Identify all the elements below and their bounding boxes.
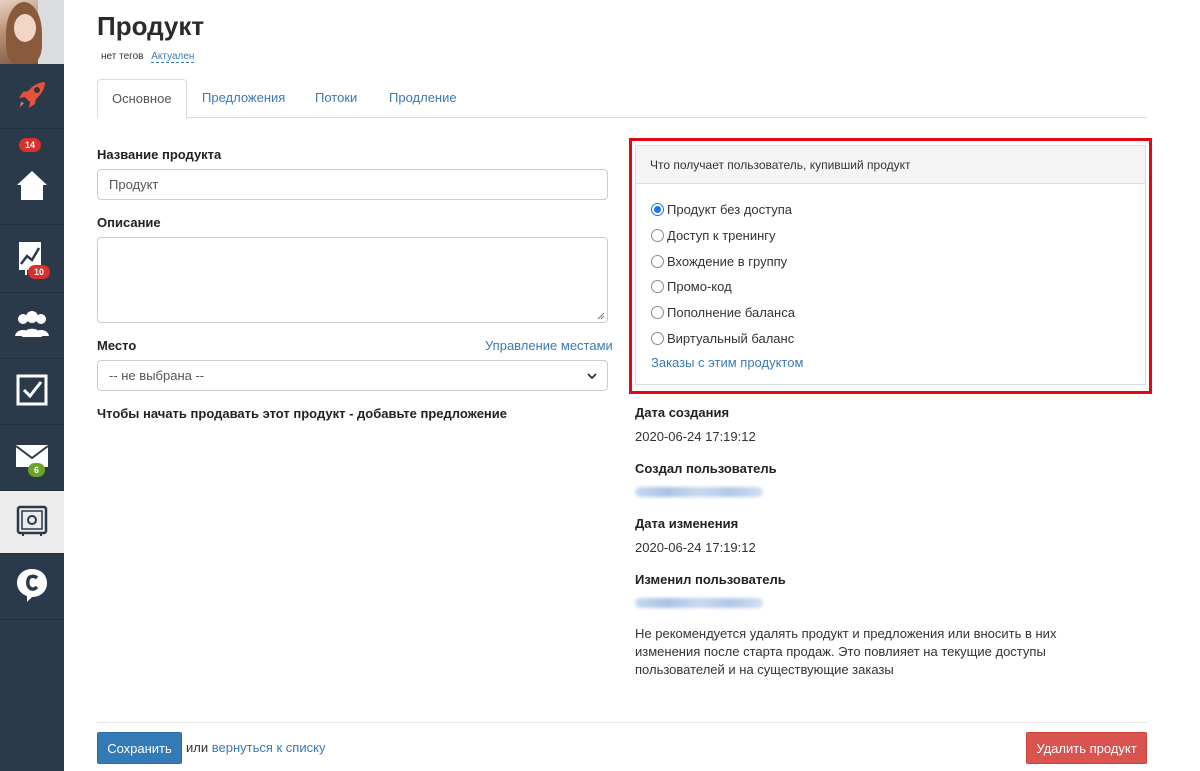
sidebar-item-stats[interactable]: 10: [0, 225, 64, 293]
option-group-entry[interactable]: Вхождение в группу: [651, 254, 787, 269]
product-name-input[interactable]: Продукт: [97, 169, 608, 200]
save-button[interactable]: Сохранить: [97, 732, 182, 764]
modified-date-label: Дата изменения: [635, 516, 739, 531]
access-panel: Что получает пользователь, купивший прод…: [635, 145, 1146, 385]
users-icon: [14, 309, 50, 342]
radio-button[interactable]: [651, 255, 664, 268]
sidebar-item-chat[interactable]: [0, 554, 64, 620]
modified-by-label: Изменил пользователь: [635, 572, 786, 587]
sell-hint: Чтобы начать продавать этот продукт - до…: [97, 406, 507, 421]
or-text: или: [186, 740, 209, 755]
footer-divider: [97, 722, 1147, 723]
sidebar: 14 10 6: [0, 0, 64, 771]
avatar[interactable]: [0, 0, 64, 64]
radio-button[interactable]: [651, 306, 664, 319]
sidebar-item-home[interactable]: 14: [0, 129, 64, 225]
sidebar-item-mail[interactable]: 6: [0, 425, 64, 491]
option-label: Виртуальный баланс: [667, 331, 795, 346]
mail-badge: 6: [28, 463, 46, 477]
created-date-label: Дата создания: [635, 405, 730, 420]
sidebar-item-tasks[interactable]: [0, 359, 64, 425]
radio-button[interactable]: [651, 332, 664, 345]
chevron-down-icon: [587, 373, 597, 380]
product-name-value: Продукт: [109, 177, 159, 192]
sidebar-item-rocket[interactable]: [0, 64, 64, 129]
radio-button[interactable]: [651, 203, 664, 216]
option-promo-code[interactable]: Промо-код: [651, 279, 732, 294]
option-label: Пополнение баланса: [667, 305, 795, 320]
tab-bar: Основное Предложения Потоки Продление: [97, 79, 1147, 119]
chat-logo-icon: [15, 567, 49, 606]
modified-by-user-redacted[interactable]: [635, 598, 763, 608]
option-label: Доступ к тренингу: [667, 228, 776, 243]
sidebar-item-users[interactable]: [0, 293, 64, 359]
option-label: Продукт без доступа: [667, 202, 793, 217]
option-balance-topup[interactable]: Пополнение баланса: [651, 305, 795, 320]
resize-grip-icon[interactable]: [597, 312, 605, 320]
rocket-icon: [13, 76, 51, 117]
option-label: Вхождение в группу: [667, 254, 788, 269]
access-panel-heading: Что получает пользователь, купивший прод…: [636, 146, 1145, 184]
warning-note: Не рекомендуется удалять продукт и предл…: [635, 626, 1057, 677]
manage-places-link[interactable]: Управление местами: [485, 338, 613, 353]
tags-line: нет тегов Актуален: [101, 51, 195, 63]
option-no-access[interactable]: Продукт без доступа: [651, 202, 792, 217]
place-label: Место: [97, 338, 137, 353]
description-textarea[interactable]: [97, 237, 608, 323]
home-badge: 14: [19, 138, 42, 152]
radio-button[interactable]: [651, 280, 664, 293]
footer-back: или вернуться к списку: [186, 740, 325, 755]
tab-renewal[interactable]: Продление: [375, 79, 471, 118]
option-training-access[interactable]: Доступ к тренингу: [651, 228, 776, 243]
delete-product-button[interactable]: Удалить продукт: [1026, 732, 1147, 764]
sidebar-item-products[interactable]: [0, 491, 64, 554]
created-date-value: 2020-06-24 17:19:12: [635, 429, 756, 444]
status-link[interactable]: Актуален: [151, 51, 195, 63]
created-by-label: Создал пользователь: [635, 461, 777, 476]
option-virtual-balance[interactable]: Виртуальный баланс: [651, 331, 794, 346]
description-label: Описание: [97, 215, 161, 230]
modified-date-value: 2020-06-24 17:19:12: [635, 540, 756, 555]
back-to-list-link[interactable]: вернуться к списку: [212, 740, 326, 755]
checkbox-icon: [15, 373, 49, 410]
stats-badge: 10: [28, 265, 51, 279]
page-title: Продукт: [97, 11, 205, 41]
option-label: Промо-код: [667, 279, 732, 294]
place-select-value: -- не выбрана --: [109, 368, 205, 383]
orders-link[interactable]: Заказы с этим продуктом: [651, 355, 803, 370]
product-name-label: Название продукта: [97, 147, 222, 162]
home-icon: [15, 169, 49, 206]
tab-offers[interactable]: Предложения: [188, 79, 299, 118]
tab-main[interactable]: Основное: [97, 79, 187, 119]
safe-icon: [15, 504, 49, 541]
created-by-user-redacted[interactable]: [635, 487, 763, 497]
radio-button[interactable]: [651, 229, 664, 242]
tags-text: нет тегов: [101, 51, 144, 62]
tab-flows[interactable]: Потоки: [301, 79, 371, 118]
place-select[interactable]: -- не выбрана --: [97, 360, 608, 391]
